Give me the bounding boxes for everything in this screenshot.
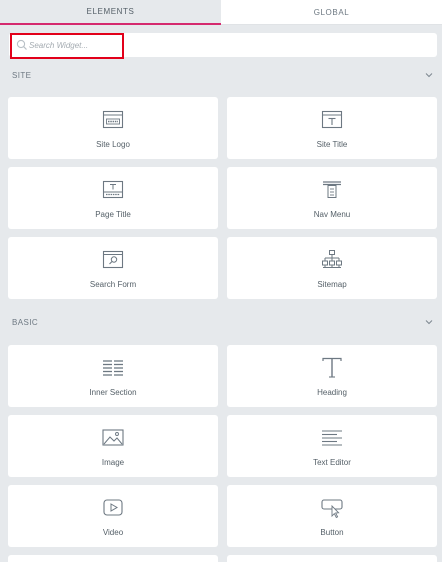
panel-tabs: ELEMENTS GLOBAL — [0, 0, 442, 25]
widget-label: Site Logo — [96, 140, 130, 149]
search-box — [9, 33, 437, 57]
widget-image[interactable]: Image — [8, 415, 218, 477]
widget-label: Inner Section — [89, 388, 137, 397]
widget-label: Button — [320, 528, 344, 537]
widget-label: Text Editor — [313, 458, 351, 467]
site-logo-icon — [101, 109, 125, 131]
section-title: SITE — [12, 71, 32, 80]
tab-elements[interactable]: ELEMENTS — [0, 0, 221, 25]
section-header-basic[interactable]: BASIC — [0, 315, 442, 331]
section-header-site[interactable]: SITE — [0, 68, 442, 84]
widget-inner-section[interactable]: Inner Section — [8, 345, 218, 407]
widget-tile-partial[interactable] — [227, 555, 437, 562]
site-title-icon — [320, 109, 344, 131]
widget-text-editor[interactable]: Text Editor — [227, 415, 437, 477]
chevron-down-icon[interactable] — [424, 70, 434, 80]
chevron-down-icon[interactable] — [424, 317, 434, 327]
section-title: BASIC — [12, 318, 39, 327]
search-icon — [15, 38, 29, 52]
text-editor-icon — [320, 427, 344, 449]
widget-search-form[interactable]: Search Form — [8, 237, 218, 299]
image-icon — [101, 427, 125, 449]
tab-global[interactable]: GLOBAL — [221, 0, 442, 25]
widget-video[interactable]: Video — [8, 485, 218, 547]
widget-label: Heading — [317, 388, 347, 397]
widget-label: Image — [101, 458, 125, 467]
search-input[interactable] — [29, 33, 429, 57]
widget-label: Search Form — [89, 280, 137, 289]
inner-section-icon — [101, 357, 125, 379]
widget-label: Site Title — [316, 140, 348, 149]
heading-icon — [320, 357, 344, 379]
widget-label: Video — [102, 528, 124, 537]
widget-site-logo[interactable]: Site Logo — [8, 97, 218, 159]
nav-menu-icon — [320, 179, 344, 201]
widget-page-title[interactable]: Page Title — [8, 167, 218, 229]
video-icon — [101, 497, 125, 519]
widget-button[interactable]: Button — [227, 485, 437, 547]
widget-heading[interactable]: Heading — [227, 345, 437, 407]
widget-label: Page Title — [95, 210, 131, 219]
page-title-icon — [101, 179, 125, 201]
button-icon — [320, 497, 344, 519]
widget-site-title[interactable]: Site Title — [227, 97, 437, 159]
search-form-icon — [101, 249, 125, 271]
widget-nav-menu[interactable]: Nav Menu — [227, 167, 437, 229]
widget-sitemap[interactable]: Sitemap — [227, 237, 437, 299]
widget-label: Nav Menu — [313, 210, 351, 219]
widget-tile-partial[interactable] — [8, 555, 218, 562]
widget-label: Sitemap — [317, 280, 347, 289]
sitemap-icon — [320, 249, 344, 271]
